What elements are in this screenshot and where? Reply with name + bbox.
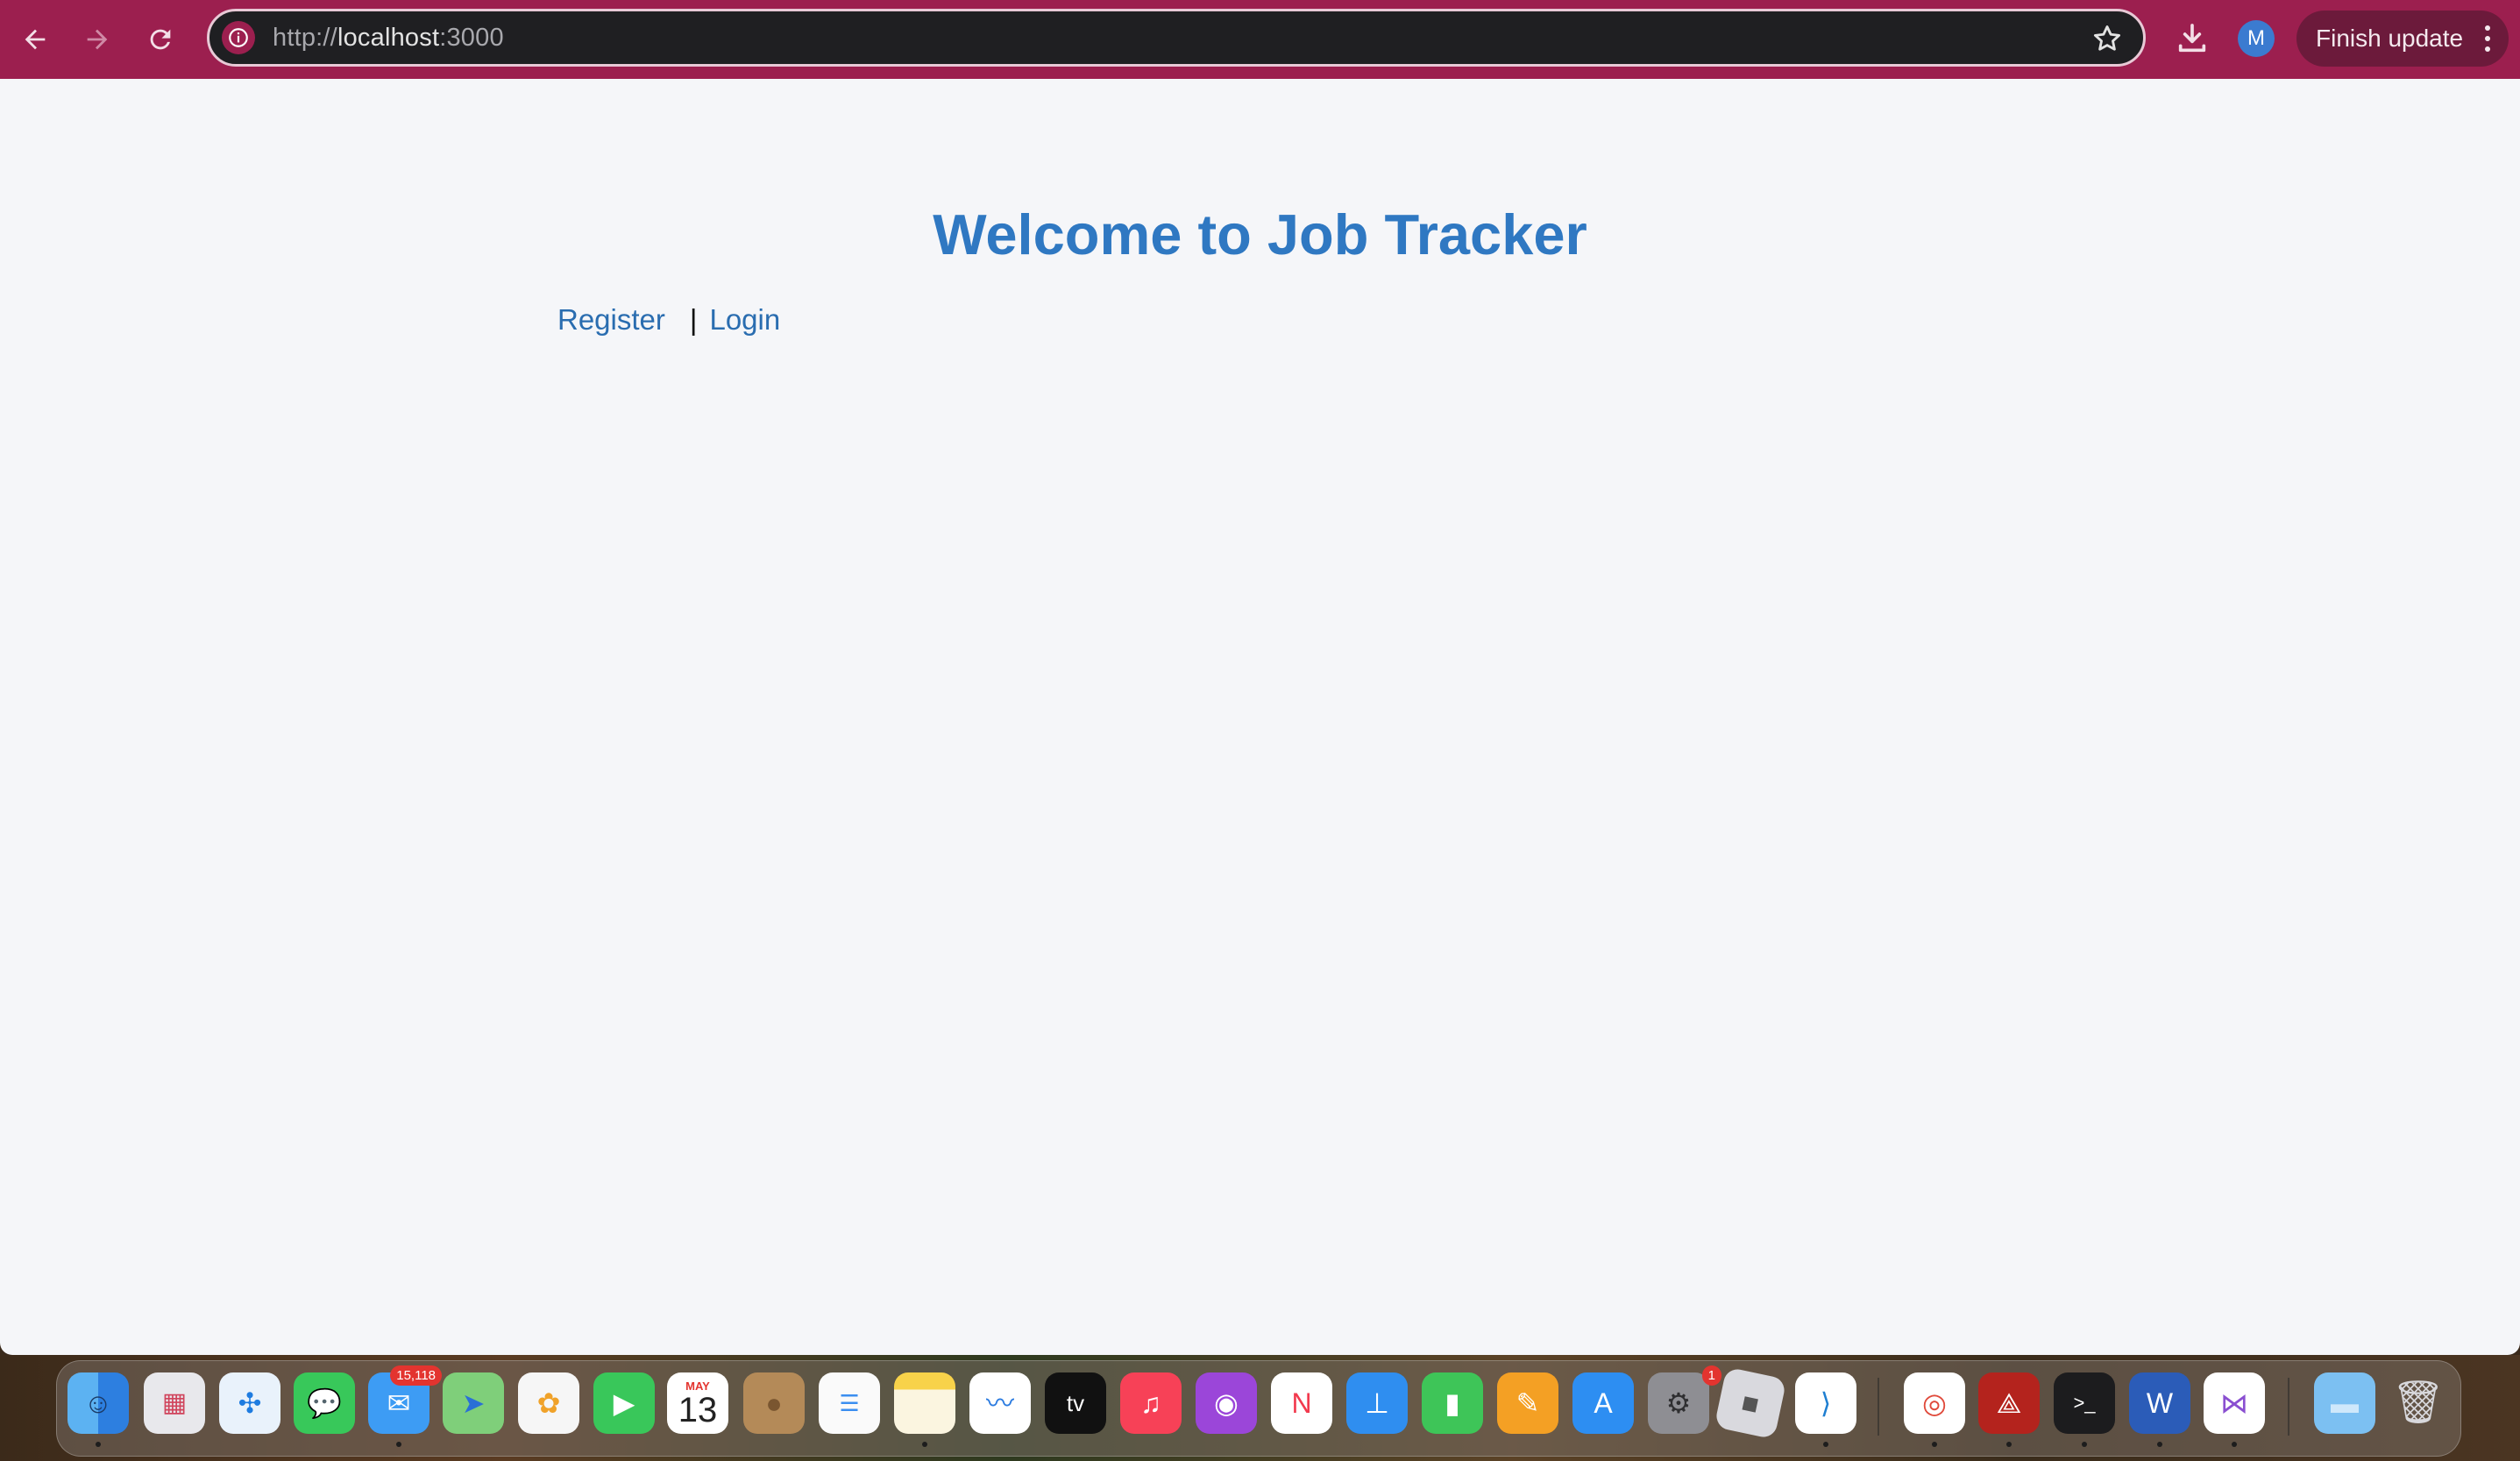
- profile-avatar[interactable]: M: [2238, 20, 2275, 57]
- finish-update-button[interactable]: Finish update: [2296, 11, 2509, 67]
- visual-studio-icon[interactable]: ⋈: [2204, 1372, 2265, 1434]
- finder-icon[interactable]: ☺: [67, 1372, 129, 1434]
- roblox-icon[interactable]: ■: [1714, 1366, 1787, 1440]
- back-button[interactable]: [13, 18, 57, 61]
- notes-icon[interactable]: [894, 1372, 955, 1434]
- vscode-running-dot: [1823, 1442, 1828, 1447]
- url-text: http://localhost:3000: [273, 24, 504, 53]
- reload-button[interactable]: [138, 18, 182, 61]
- downloads-button[interactable]: [2173, 19, 2211, 58]
- finder-running-dot: [96, 1442, 101, 1447]
- vscode-icon[interactable]: ⟩: [1795, 1372, 1856, 1434]
- podcasts-icon[interactable]: ◉: [1196, 1372, 1257, 1434]
- page-title: Welcome to Job Tracker: [933, 202, 1587, 266]
- login-link[interactable]: Login: [709, 303, 780, 336]
- music-icon[interactable]: ♫: [1120, 1372, 1182, 1434]
- link-separator: |: [689, 303, 698, 336]
- chrome-running-dot: [1932, 1442, 1937, 1447]
- settings-badge: 1: [1701, 1365, 1721, 1386]
- address-bar[interactable]: http://localhost:3000: [207, 9, 2146, 67]
- screen: http://localhost:3000 M Finish update We…: [0, 0, 2520, 1461]
- mail-running-dot: [396, 1442, 401, 1447]
- apple-tv-icon[interactable]: tv: [1045, 1372, 1106, 1434]
- forward-button[interactable]: [75, 18, 119, 61]
- notes-running-dot: [922, 1442, 927, 1447]
- trash-icon[interactable]: 🗑: [2388, 1372, 2449, 1434]
- dock-separator: [1878, 1378, 1879, 1436]
- contacts-icon[interactable]: ●: [743, 1372, 805, 1434]
- numbers-icon[interactable]: ▮: [1422, 1372, 1483, 1434]
- acrobat-running-dot: [2006, 1442, 2012, 1447]
- pages-icon[interactable]: ✎: [1497, 1372, 1558, 1434]
- messages-icon[interactable]: 💬: [294, 1372, 355, 1434]
- reminders-icon[interactable]: ☰: [819, 1372, 880, 1434]
- finish-update-label: Finish update: [2316, 25, 2464, 52]
- mail-icon[interactable]: ✉ 15,118: [368, 1365, 442, 1434]
- url-port: :3000: [439, 24, 504, 52]
- url-host: localhost: [337, 24, 440, 52]
- auth-links: Register | Login: [557, 303, 780, 337]
- maps-icon[interactable]: ➤: [443, 1372, 504, 1434]
- visual-studio-running-dot: [2232, 1442, 2237, 1447]
- photos-icon[interactable]: ✿: [518, 1372, 579, 1434]
- news-icon[interactable]: N: [1271, 1372, 1332, 1434]
- acrobat-icon[interactable]: ⟁: [1978, 1372, 2040, 1434]
- keynote-icon[interactable]: ⊥: [1346, 1372, 1408, 1434]
- register-link[interactable]: Register: [557, 303, 665, 336]
- safari-icon[interactable]: ✣: [219, 1372, 280, 1434]
- calendar-day: 13: [678, 1390, 718, 1429]
- arrow-right-icon: [87, 29, 108, 50]
- download-icon: [2178, 24, 2206, 53]
- mail-badge: 15,118: [390, 1365, 442, 1386]
- arrow-left-icon: [25, 29, 46, 50]
- chrome-icon[interactable]: ◎: [1904, 1372, 1965, 1434]
- terminal-running-dot: [2082, 1442, 2087, 1447]
- launchpad-icon[interactable]: ▦: [144, 1372, 205, 1434]
- calendar-icon[interactable]: MAY 13: [667, 1372, 728, 1434]
- word-running-dot: [2157, 1442, 2162, 1447]
- bookmark-star-icon[interactable]: [2091, 22, 2124, 55]
- freeform-icon[interactable]: 〰: [969, 1372, 1031, 1434]
- facetime-icon[interactable]: ▶: [593, 1372, 655, 1434]
- more-menu-icon[interactable]: [2484, 25, 2491, 53]
- app-store-icon[interactable]: A: [1572, 1372, 1634, 1434]
- web-page: Welcome to Job Tracker Register | Login: [0, 79, 2520, 1355]
- dock-separator: [2288, 1378, 2289, 1436]
- system-settings-icon[interactable]: ⚙ 1: [1648, 1365, 1721, 1434]
- url-scheme: http://: [273, 24, 337, 52]
- word-icon[interactable]: W: [2129, 1372, 2190, 1434]
- site-info-button[interactable]: [222, 21, 255, 54]
- reload-icon: [150, 29, 171, 50]
- terminal-icon[interactable]: >_: [2054, 1372, 2115, 1434]
- info-icon: [229, 28, 248, 47]
- folder-icon[interactable]: ▬: [2314, 1372, 2375, 1434]
- browser-toolbar: http://localhost:3000 M Finish update: [0, 0, 2520, 79]
